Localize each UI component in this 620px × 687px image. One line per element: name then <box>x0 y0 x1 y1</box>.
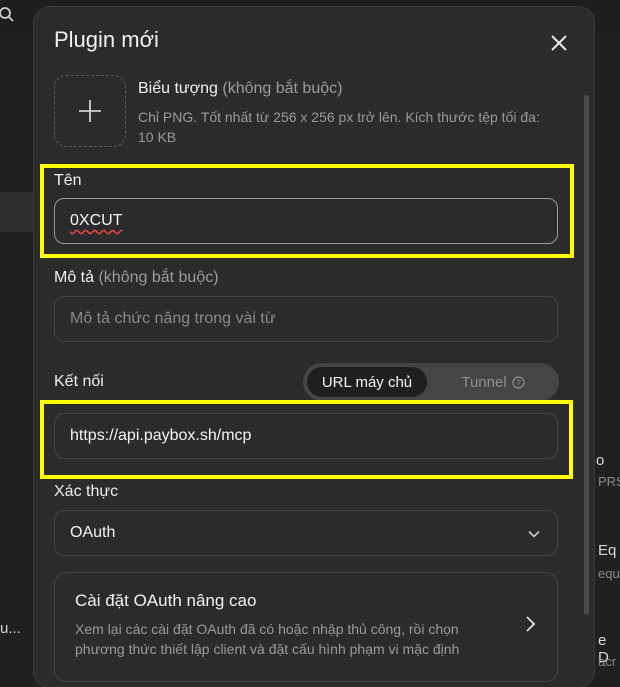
server-url-value: https://api.paybox.sh/mcp <box>70 427 252 444</box>
icon-upload-button[interactable] <box>54 75 126 147</box>
name-input[interactable]: 0XCUT <box>54 198 558 244</box>
auth-label: Xác thực <box>54 483 119 500</box>
chevron-right-icon <box>526 616 536 632</box>
bg-text: equ <box>598 566 620 581</box>
bg-text: o <box>596 452 605 469</box>
help-icon: ? <box>512 375 525 389</box>
close-icon[interactable] <box>548 32 570 54</box>
connection-type-toggle: URL máy chủ Tunnel ? <box>303 363 559 401</box>
plus-icon <box>79 100 101 122</box>
search-icon[interactable] <box>0 6 14 22</box>
name-value: 0XCUT <box>70 212 123 229</box>
tab-server-url[interactable]: URL máy chủ <box>307 367 427 397</box>
auth-value: OAuth <box>70 524 116 541</box>
background-row-highlight <box>0 192 34 232</box>
connection-label: Kết nối <box>54 373 104 390</box>
svg-text:?: ? <box>516 378 521 387</box>
description-label: Mô tả (không bắt buộc) <box>54 269 219 286</box>
description-placeholder: Mô tả chức năng trong vài từ <box>70 310 276 327</box>
bg-text: PRS <box>598 474 620 489</box>
dialog-title: Plugin mới <box>54 27 159 52</box>
auth-select[interactable]: OAuth <box>54 510 558 556</box>
bg-text: Eq <box>598 542 617 559</box>
advanced-oauth-description: Xem lại các cài đặt OAuth đã có hoặc nhậ… <box>75 621 460 657</box>
new-plugin-dialog: Plugin mới Biểu tượng (không bắt buộc) C… <box>34 7 594 687</box>
name-label: Tên <box>54 172 82 189</box>
chevron-down-icon <box>528 530 540 538</box>
bg-text: u... <box>0 620 21 637</box>
advanced-oauth-settings-button[interactable]: Cài đặt OAuth nâng cao Xem lại các cài đ… <box>54 572 558 682</box>
description-input[interactable]: Mô tả chức năng trong vài từ <box>54 296 558 342</box>
tab-tunnel[interactable]: Tunnel ? <box>431 367 555 397</box>
icon-field-label: Biểu tượng (không bắt buộc) <box>138 80 343 97</box>
icon-field-hint: Chỉ PNG. Tốt nhất từ 256 x 256 px trở lê… <box>138 109 540 145</box>
scrollbar[interactable] <box>584 95 589 615</box>
server-url-input[interactable]: https://api.paybox.sh/mcp <box>54 413 558 459</box>
advanced-oauth-title: Cài đặt OAuth nâng cao <box>75 591 257 610</box>
